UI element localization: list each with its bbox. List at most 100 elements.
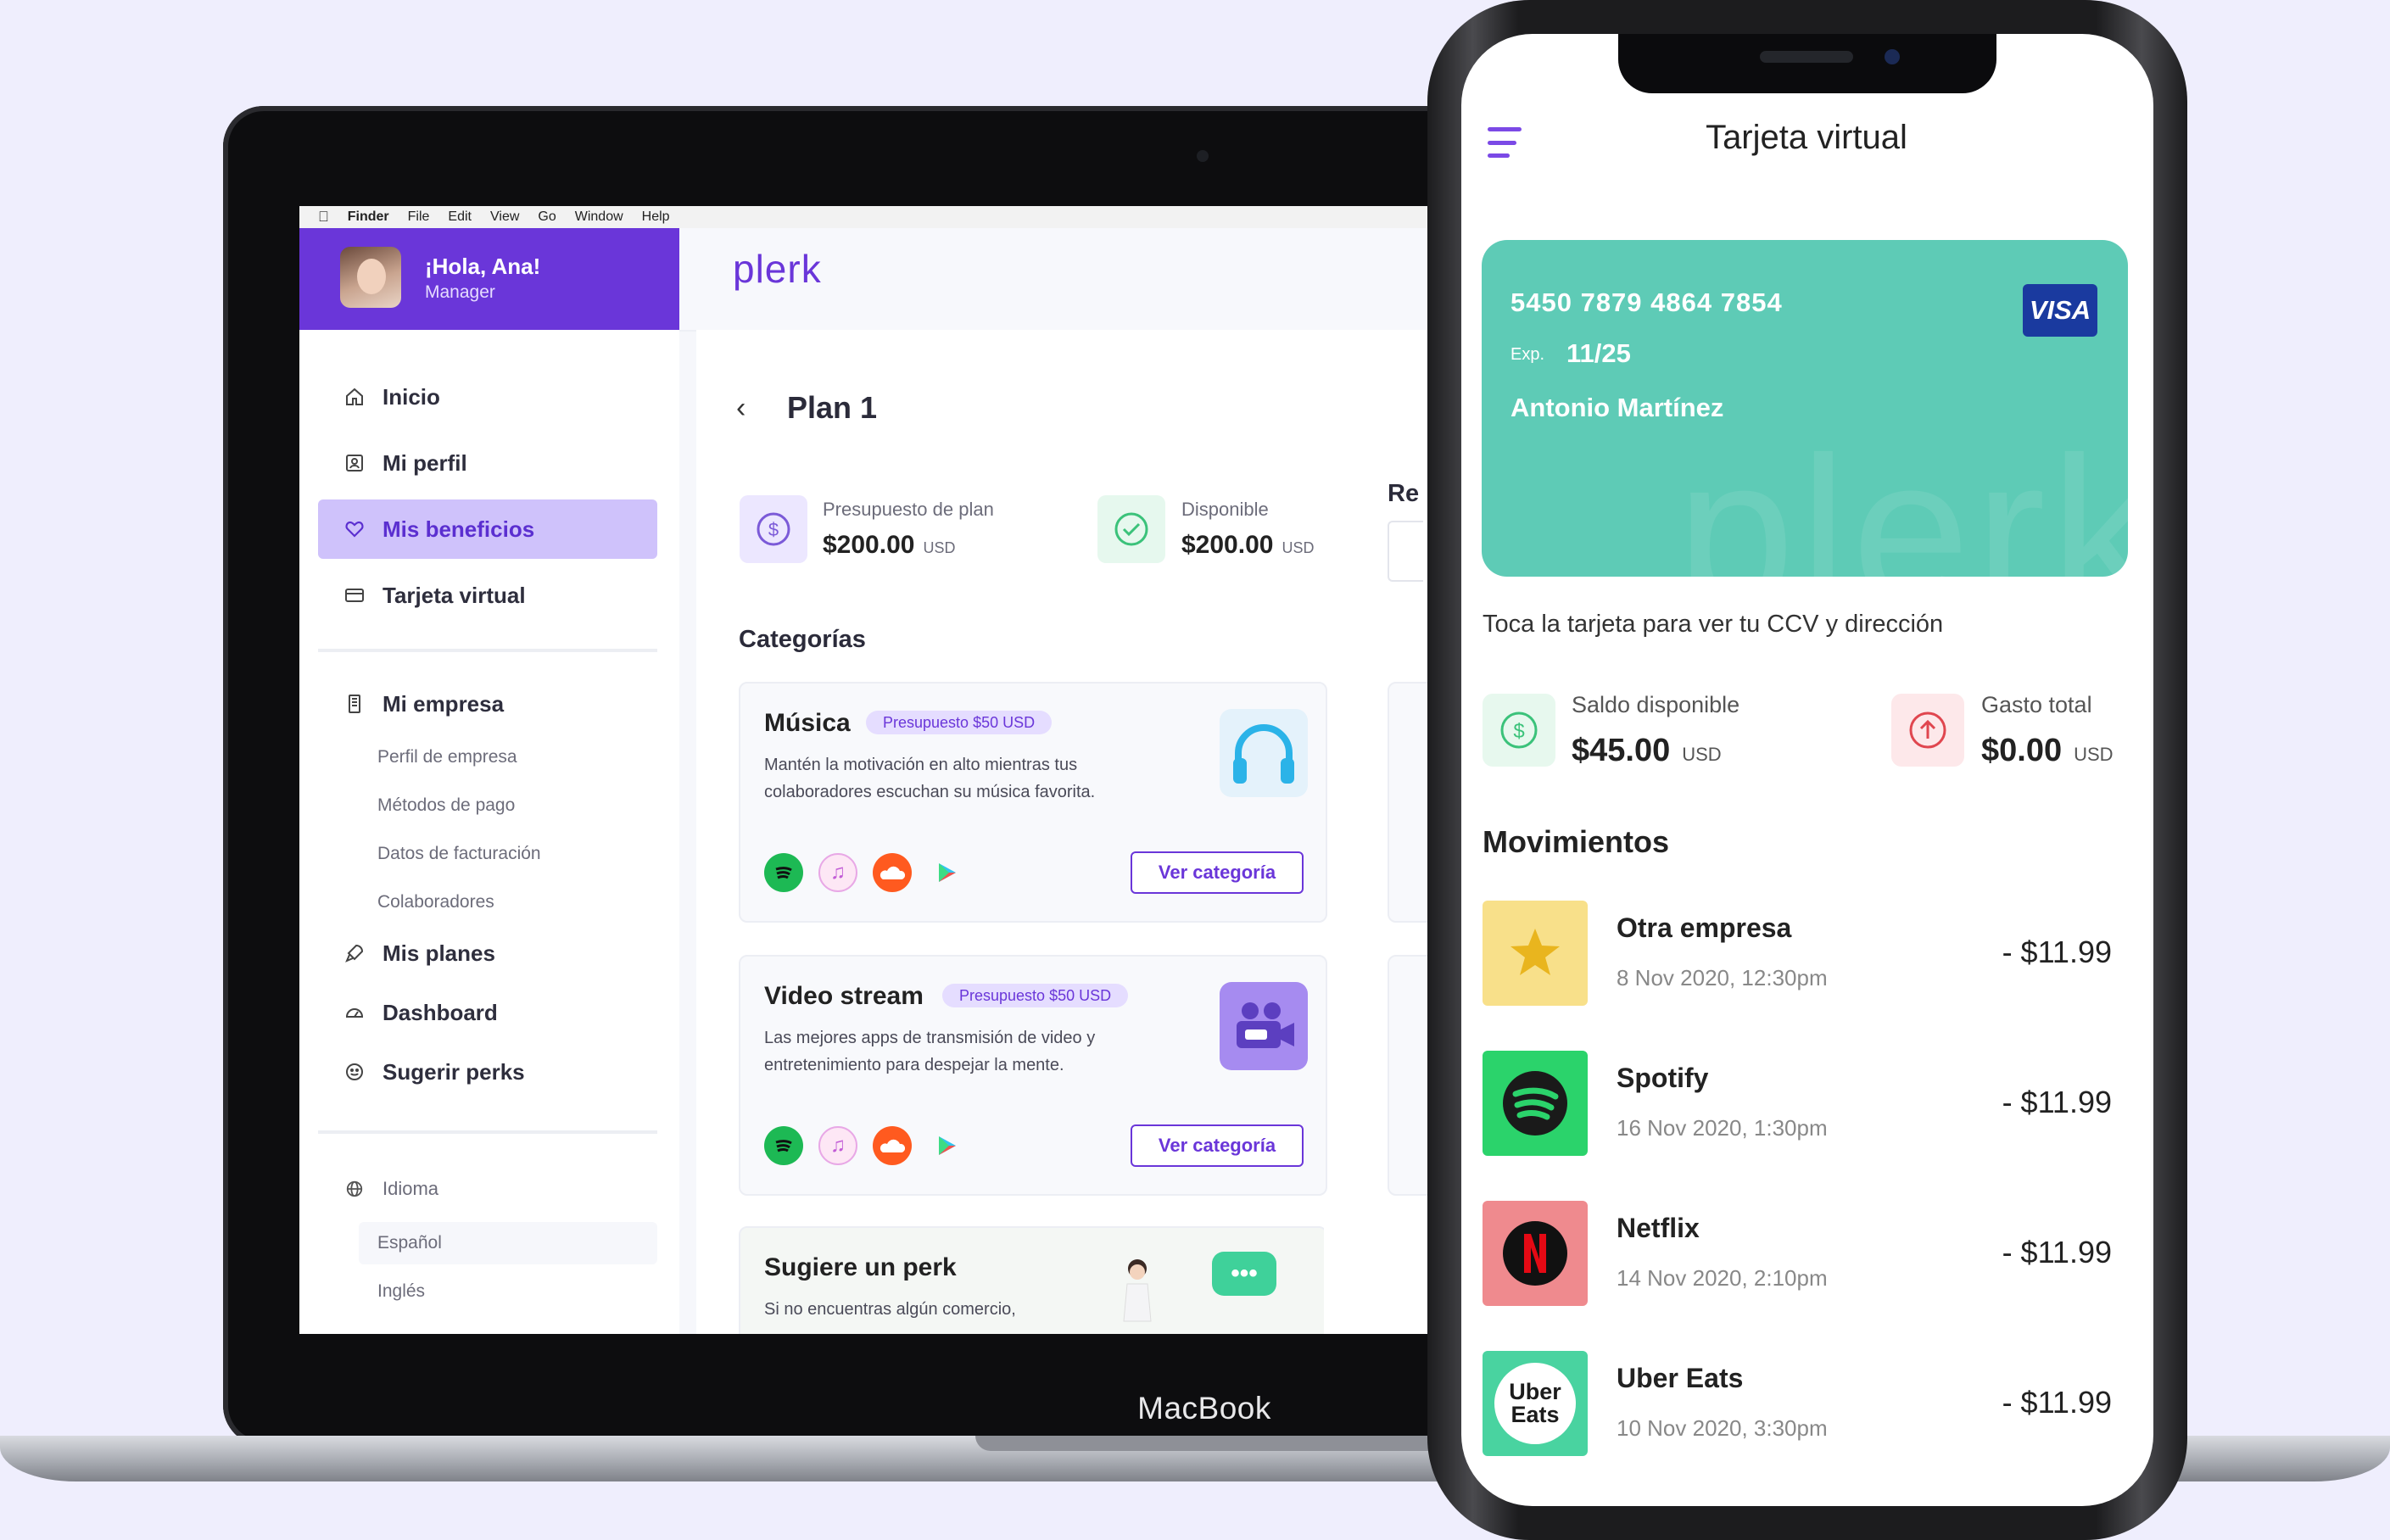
budget-badge: Presupuesto $50 USD: [942, 984, 1129, 1007]
sidebar-divider: [318, 649, 657, 652]
category-description: Mantén la motivación en alto mientras tu…: [764, 756, 1096, 801]
building-icon: [343, 693, 366, 715]
itunes-icon[interactable]: ♫: [818, 853, 857, 892]
language-option-ingles[interactable]: Inglés: [377, 1281, 425, 1302]
movement-name: Otra empresa: [1617, 912, 1792, 943]
stat-value: $200.00 USD: [823, 531, 955, 560]
sidebar-subitem-metodos-pago[interactable]: Métodos de pago: [377, 795, 515, 816]
uber-eats-logo: Uber Eats: [1494, 1363, 1576, 1444]
stat-unit: USD: [1282, 539, 1315, 556]
phone-page-title: Tarjeta virtual: [1706, 119, 1907, 156]
google-play-icon[interactable]: [927, 1126, 966, 1165]
stat-value: $200.00 USD: [1181, 531, 1314, 560]
svg-text:$: $: [1513, 720, 1524, 743]
balance-value: $45.00 USD: [1572, 733, 1722, 769]
profile-icon: [343, 452, 366, 474]
virtual-card[interactable]: plerk 5450 7879 4864 7854 Exp. 11/25 Ant…: [1482, 240, 2128, 577]
sidebar-subitem-datos-facturacion[interactable]: Datos de facturación: [377, 844, 541, 864]
headphones-icon: [1220, 709, 1308, 797]
sidebar-item-mis-beneficios[interactable]: Mis beneficios: [318, 499, 657, 559]
spent-label: Gasto total: [1981, 692, 2092, 717]
movement-date: 16 Nov 2020, 1:30pm: [1617, 1115, 1828, 1141]
apple-icon[interactable]: : [318, 209, 329, 226]
sidebar-item-label: Mis planes: [383, 940, 495, 966]
suggest-title: Sugiere un perk: [764, 1253, 957, 1281]
menu-go[interactable]: Go: [538, 209, 556, 225]
sidebar-item-sugerir-perks[interactable]: Sugerir perks: [318, 1042, 657, 1102]
soundcloud-icon[interactable]: [873, 853, 912, 892]
spent-unit: USD: [2074, 744, 2114, 765]
soundcloud-icon[interactable]: [873, 1126, 912, 1165]
balance-label: Saldo disponible: [1572, 692, 1740, 717]
sidebar-item-mi-perfil[interactable]: Mi perfil: [318, 433, 657, 493]
balance-amount: $45.00: [1572, 733, 1671, 768]
language-option-espanol[interactable]: Español: [377, 1233, 442, 1253]
spotify-icon[interactable]: [764, 853, 803, 892]
spotify-icon: [1483, 1051, 1588, 1156]
uber-eats-icon: Uber Eats: [1483, 1351, 1588, 1456]
sidebar-item-label: Mi perfil: [383, 449, 467, 476]
smile-icon: [343, 1061, 366, 1083]
sidebar-item-inicio[interactable]: Inicio: [318, 367, 657, 427]
macbook-hinge-notch: [975, 1436, 1450, 1451]
movement-date: 8 Nov 2020, 12:30pm: [1617, 965, 1828, 990]
user-role: Manager: [425, 282, 495, 302]
card-hint: Toca la tarjeta para ver tu CCV y direcc…: [1483, 611, 1944, 638]
google-play-icon[interactable]: [927, 853, 966, 892]
itunes-icon[interactable]: ♫: [818, 1126, 857, 1165]
sidebar-header: ¡Hola, Ana! Manager: [299, 228, 679, 330]
arrow-up-circle-icon: [1891, 694, 1964, 767]
sidebar-item-label: Mis beneficios: [383, 516, 535, 542]
movement-date: 14 Nov 2020, 2:10pm: [1617, 1265, 1828, 1291]
card-exp-label: Exp.: [1511, 345, 1545, 364]
menu-edit[interactable]: Edit: [448, 209, 472, 225]
category-title: Video stream: [764, 982, 924, 1010]
menu-view[interactable]: View: [490, 209, 519, 225]
sidebar-item-dashboard[interactable]: Dashboard: [318, 983, 657, 1042]
suggest-perk-card[interactable]: Sugiere un perk Si no encuentras algún c…: [739, 1226, 1324, 1334]
movement-name: Uber Eats: [1617, 1363, 1744, 1393]
balance-unit: USD: [1682, 744, 1722, 765]
plerk-logo[interactable]: plerk: [733, 246, 822, 292]
music-note-glyph: ♫: [830, 861, 846, 884]
menu-window[interactable]: Window: [575, 209, 623, 225]
spotify-icon[interactable]: [764, 1126, 803, 1165]
sidebar-item-mis-planes[interactable]: Mis planes: [318, 923, 657, 983]
sidebar-item-label: Mi empresa: [383, 690, 505, 717]
heart-icon: [343, 518, 366, 540]
sidebar-divider: [318, 1130, 657, 1134]
stat-unit: USD: [923, 539, 956, 556]
peek-input[interactable]: [1388, 521, 1423, 582]
dollar-icon: $: [740, 495, 807, 563]
macbook-camera: [1197, 150, 1209, 162]
stat-value-text: $200.00: [823, 531, 915, 559]
svg-text:$: $: [768, 519, 779, 540]
ver-categoria-button[interactable]: Ver categoría: [1131, 851, 1304, 894]
menu-finder[interactable]: Finder: [348, 209, 389, 225]
sidebar-subitem-colaboradores[interactable]: Colaboradores: [377, 892, 494, 912]
menu-file[interactable]: File: [408, 209, 430, 225]
peek-section-label: Re: [1388, 480, 1420, 507]
menu-help[interactable]: Help: [642, 209, 670, 225]
ver-categoria-button[interactable]: Ver categoría: [1131, 1124, 1304, 1167]
person-illustration: [1114, 1253, 1164, 1334]
spent-value: $0.00 USD: [1981, 733, 2114, 769]
stat-value-text: $200.00: [1181, 531, 1274, 559]
movement-amount: - $11.99: [2002, 935, 2112, 969]
video-camera-icon: [1220, 982, 1308, 1070]
back-chevron-icon[interactable]: ‹: [736, 392, 745, 425]
avatar[interactable]: [340, 247, 401, 308]
sidebar: ¡Hola, Ana! Manager Inicio Mi perfil Mis…: [299, 228, 679, 1334]
suggest-description: Si no encuentras algún comercio,: [764, 1300, 1016, 1319]
movement-name: Netflix: [1617, 1213, 1700, 1243]
sidebar-item-mi-empresa[interactable]: Mi empresa: [318, 674, 657, 734]
check-circle-icon: [1097, 495, 1165, 563]
sidebar-subitem-perfil-empresa[interactable]: Perfil de empresa: [377, 747, 517, 767]
page-title: Plan 1: [787, 390, 878, 425]
sidebar-item-label: Sugerir perks: [383, 1058, 525, 1085]
phone-notch: [1618, 34, 1996, 93]
phone-speaker: [1760, 51, 1853, 63]
hamburger-menu-icon[interactable]: [1488, 127, 1522, 158]
sidebar-item-tarjeta-virtual[interactable]: Tarjeta virtual: [318, 566, 657, 625]
movement-amount: - $11.99: [2002, 1085, 2112, 1119]
